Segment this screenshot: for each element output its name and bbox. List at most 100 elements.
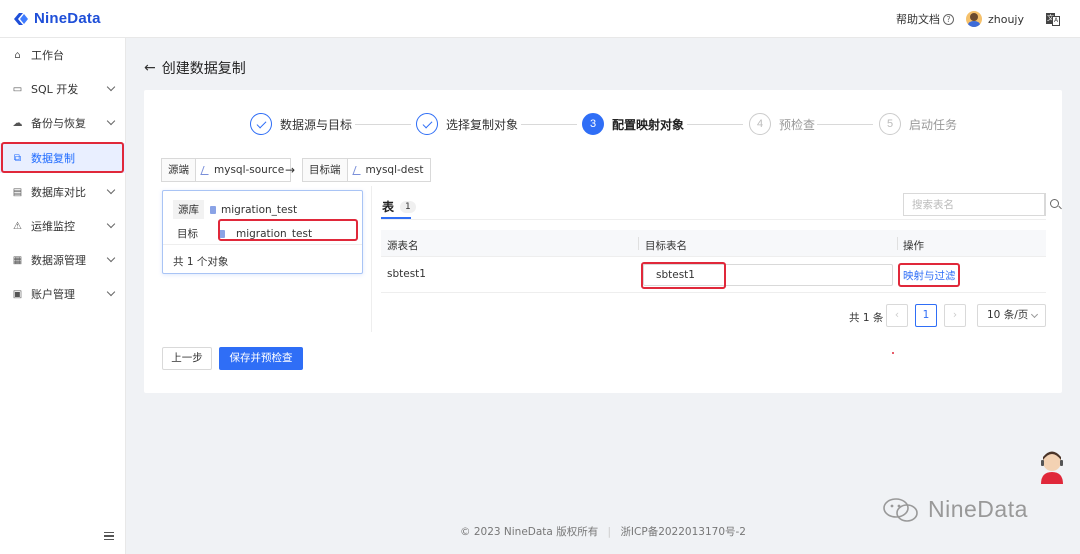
prev-page-button[interactable]: ‹	[886, 304, 908, 327]
step-number: 4	[749, 113, 771, 135]
help-docs-label: 帮助文档	[895, 13, 940, 26]
source-db-label: 源库	[173, 200, 204, 219]
back-arrow-icon[interactable]: ←	[144, 60, 156, 76]
compare-icon: ▤	[12, 186, 23, 198]
ninedata-logo-icon	[14, 12, 28, 25]
step-connector	[355, 124, 411, 125]
avatar	[965, 11, 982, 27]
chevron-down-icon	[1030, 310, 1039, 319]
chevron-down-icon	[106, 82, 116, 92]
cloud-backup-icon: ☁	[12, 117, 23, 129]
help-docs-link[interactable]: 帮助文档 ?	[896, 11, 954, 27]
sidebar-item-label: 数据库对比	[31, 186, 86, 199]
table-search	[903, 193, 1059, 216]
sidebar-item-sql-dev[interactable]: ▭ SQL 开发	[0, 74, 126, 104]
step-label: 配置映射对象	[612, 117, 685, 132]
user-menu[interactable]: zhoujy	[965, 11, 1024, 27]
step-number: 5	[879, 113, 901, 135]
chevron-down-icon	[106, 253, 116, 263]
search-icon[interactable]	[1044, 194, 1059, 215]
step-1: 数据源与目标	[250, 113, 352, 135]
brand-logo[interactable]: NineData	[0, 10, 126, 28]
source-endpoint-value: mysql-source	[214, 164, 285, 176]
brand-name: NineData	[34, 10, 101, 27]
pagination-total: 共 1 条	[849, 312, 884, 324]
sidebar-item-label: 工作台	[31, 49, 64, 62]
chevron-down-icon	[106, 219, 116, 229]
tab-tables[interactable]: 表 1	[382, 198, 416, 215]
source-db-row: 源库 migration_test	[173, 200, 297, 219]
home-icon: ⌂	[14, 49, 21, 61]
prev-step-button[interactable]: 上一步	[162, 347, 212, 370]
source-db-name: migration_test	[221, 203, 298, 216]
sidebar: ⌂ 工作台 ▭ SQL 开发 ☁ 备份与恢复 ⧉ 数据复制 ▤ 数据库对比 ⚠ …	[0, 38, 126, 554]
customer-support-icon[interactable]	[1037, 448, 1067, 484]
sidebar-item-account[interactable]: ▣ 账户管理	[0, 279, 126, 309]
question-icon: ?	[942, 13, 954, 25]
column-header-action: 操作	[903, 240, 924, 252]
column-separator	[897, 237, 898, 250]
next-page-button[interactable]: ›	[944, 304, 966, 327]
monitor-alarm-icon: ⚠	[13, 220, 22, 232]
column-header-source: 源表名	[387, 240, 419, 252]
datasource-icon: ▦	[12, 254, 23, 266]
sidebar-item-label: 运维监控	[31, 220, 75, 233]
column-separator	[638, 237, 639, 250]
sidebar-item-datasource[interactable]: ▦ 数据源管理	[0, 245, 126, 275]
step-5: 5 启动任务	[879, 113, 957, 135]
sidebar-item-backup[interactable]: ☁ 备份与恢复	[0, 108, 126, 138]
user-name: zhoujy	[987, 12, 1024, 26]
cursor-dot	[892, 352, 894, 354]
sidebar-item-ops-monitor[interactable]: ⚠ 运维监控	[0, 211, 126, 241]
tab-tables-label: 表	[382, 200, 395, 214]
target-endpoint-label: 目标端	[303, 159, 348, 181]
chevron-down-icon	[106, 116, 116, 126]
step-4: 4 预检查	[749, 113, 815, 135]
step-2: 选择复制对象	[416, 113, 518, 135]
divider	[371, 186, 372, 332]
column-header-target: 目标表名	[645, 240, 687, 252]
sidebar-item-db-compare[interactable]: ▤ 数据库对比	[0, 177, 126, 207]
wechat-icon	[883, 497, 918, 522]
top-header: NineData 帮助文档 ? zhoujy 文A	[0, 0, 1080, 38]
target-db-label: 目标	[173, 224, 203, 243]
monitor-icon: ▭	[12, 83, 23, 95]
sidebar-item-label: 账户管理	[31, 288, 75, 301]
step-label: 启动任务	[909, 117, 958, 132]
target-table-highlight	[641, 262, 726, 289]
step-connector	[687, 124, 743, 125]
tab-bar-border	[381, 219, 1046, 220]
datasource-icon	[200, 165, 212, 175]
arrow-right-icon: →	[285, 163, 296, 177]
chevron-down-icon	[106, 287, 116, 297]
page-number-button[interactable]: 1	[915, 304, 937, 327]
watermark-text: NineData	[928, 496, 1028, 522]
page-title: ← 创建数据复制	[144, 58, 246, 78]
target-endpoint-value: mysql-dest	[365, 164, 424, 176]
target-endpoint: 目标端 mysql-dest	[302, 158, 431, 182]
save-and-precheck-button[interactable]: 保存并预检查	[219, 347, 303, 370]
map-filter-highlight	[898, 263, 960, 287]
language-switch-icon[interactable]: 文A	[1046, 12, 1060, 26]
tab-tables-count: 1	[400, 200, 416, 213]
page-title-text: 创建数据复制	[161, 61, 246, 77]
database-icon	[210, 205, 216, 214]
step-label: 数据源与目标	[280, 117, 353, 132]
sidebar-item-workbench[interactable]: ⌂ 工作台	[0, 40, 126, 70]
search-input[interactable]	[904, 194, 1044, 215]
step-number: 3	[582, 113, 604, 135]
account-icon: ▣	[12, 288, 23, 300]
sidebar-item-label: 数据源管理	[31, 254, 86, 267]
target-db-highlight	[218, 219, 358, 241]
check-icon	[250, 113, 272, 135]
step-label: 选择复制对象	[446, 117, 519, 132]
object-count: 共 1 个对象	[173, 256, 229, 268]
page-size-value: 10 条/页	[987, 309, 1029, 321]
chevron-down-icon	[106, 185, 116, 195]
table-header: 源表名 目标表名 操作	[381, 230, 1046, 257]
step-connector	[521, 124, 577, 125]
footer: © 2023 NineData 版权所有 | 浙ICP备2022013170号-…	[460, 526, 746, 538]
footer-icp[interactable]: 浙ICP备2022013170号-2	[620, 526, 746, 538]
active-item-highlight	[1, 142, 124, 173]
page-size-select[interactable]: 10 条/页	[977, 304, 1046, 327]
